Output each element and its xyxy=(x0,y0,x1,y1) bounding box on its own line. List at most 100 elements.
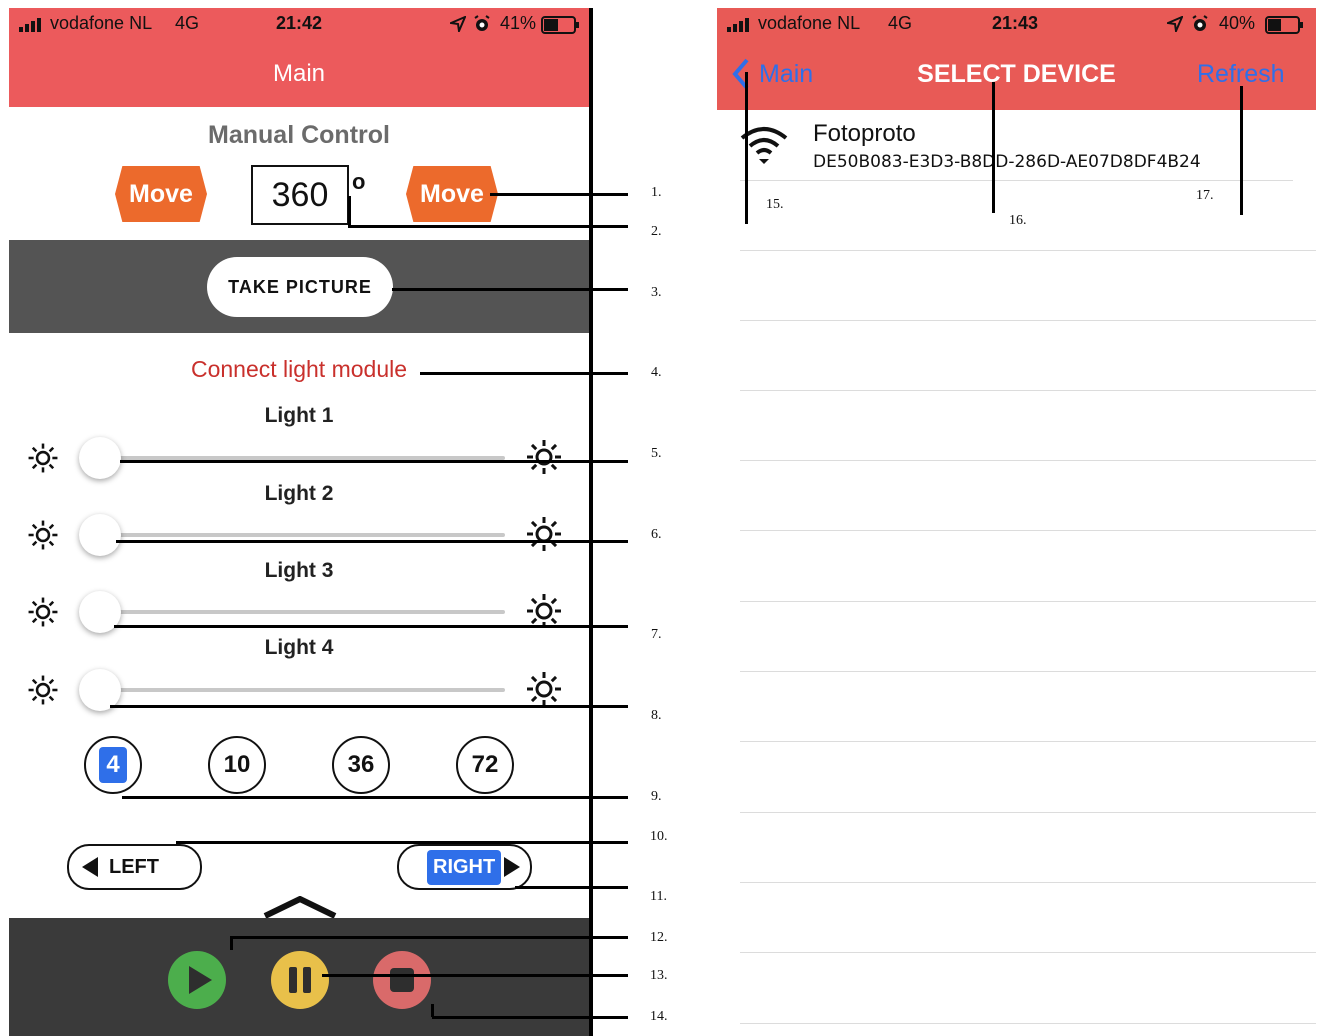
refresh-button[interactable]: Refresh xyxy=(1197,60,1285,89)
network-label: 4G xyxy=(175,13,200,33)
callout-number: 2. xyxy=(651,224,662,239)
callout-number: 10. xyxy=(650,829,668,844)
callout-number: 17. xyxy=(1196,188,1214,203)
light-4-slider[interactable] xyxy=(99,688,505,692)
callout-line xyxy=(432,1016,628,1019)
device-row[interactable]: Fotoproto DE50B083-E3D3-B8DD-286D-AE07D8… xyxy=(717,110,1316,180)
callout-number: 6. xyxy=(651,527,662,542)
screen-divider xyxy=(589,8,593,1036)
callout-line xyxy=(120,460,628,463)
sun-dim-icon xyxy=(26,595,60,634)
degree-input[interactable]: 360 xyxy=(251,165,349,225)
slider-thumb[interactable] xyxy=(79,437,121,479)
slider-thumb[interactable] xyxy=(79,514,121,556)
pause-button[interactable] xyxy=(271,951,329,1009)
light-4-label: Light 4 xyxy=(264,636,334,659)
battery-icon xyxy=(1265,16,1307,39)
list-separator xyxy=(740,530,1316,531)
arrow-left-icon xyxy=(81,856,99,878)
location-icon xyxy=(447,15,467,37)
right-direction-label: RIGHT xyxy=(427,849,502,885)
callout-line xyxy=(992,82,995,213)
list-separator xyxy=(740,741,1316,742)
left-direction-label: LEFT xyxy=(109,855,159,878)
light-1-label: Light 1 xyxy=(264,404,334,427)
right-direction-button[interactable]: RIGHT xyxy=(397,844,532,890)
callout-line xyxy=(392,288,628,291)
battery-icon xyxy=(541,16,581,39)
callout-line xyxy=(114,625,628,628)
callout-line xyxy=(322,974,628,977)
move-left-button[interactable]: Move xyxy=(115,166,207,222)
callout-number: 4. xyxy=(651,365,662,380)
battery-percent: 41% xyxy=(500,13,537,33)
carrier-label: vodafone NL xyxy=(758,13,861,33)
callout-number: 15. xyxy=(766,197,784,212)
move-right-button[interactable]: Move xyxy=(406,166,498,222)
device-uuid: DE50B083-E3D3-B8DD-286D-AE07D8DF4B24 xyxy=(813,152,1201,172)
callout-number: 3. xyxy=(651,285,662,300)
status-bar: vodafone NL 4G 21:42 41% xyxy=(9,8,589,40)
signal-icon xyxy=(727,16,749,37)
status-bar: vodafone NL 4G 21:43 40% xyxy=(717,8,1316,40)
list-separator xyxy=(740,180,1293,181)
play-button[interactable] xyxy=(168,951,226,1009)
location-icon xyxy=(1164,15,1184,37)
sun-dim-icon xyxy=(26,441,60,480)
signal-icon xyxy=(19,16,41,37)
callout-number: 14. xyxy=(650,1009,668,1024)
light-2-slider[interactable] xyxy=(99,533,505,537)
battery-percent: 40% xyxy=(1219,13,1256,33)
callout-line xyxy=(490,193,628,196)
step-option-4[interactable]: 4 xyxy=(84,736,142,794)
list-separator xyxy=(740,460,1316,461)
clock-label: 21:43 xyxy=(992,13,1039,33)
alarm-icon xyxy=(474,15,490,38)
light-3-label: Light 3 xyxy=(264,559,334,582)
sun-dim-icon xyxy=(26,673,60,712)
callout-line xyxy=(176,841,628,844)
step-option-10[interactable]: 10 xyxy=(208,736,266,794)
pause-icon xyxy=(289,967,311,993)
network-label: 4G xyxy=(888,13,913,33)
stop-button[interactable] xyxy=(373,951,431,1009)
list-separator xyxy=(740,250,1316,251)
list-separator xyxy=(740,882,1316,883)
list-separator xyxy=(740,1023,1316,1024)
connect-light-link[interactable]: Connect light module xyxy=(9,356,589,383)
take-picture-button[interactable]: TAKE PICTURE xyxy=(207,257,393,317)
light-3-slider[interactable] xyxy=(99,610,505,614)
list-separator xyxy=(740,390,1316,391)
callout-number: 8. xyxy=(651,708,662,723)
list-separator xyxy=(740,952,1316,953)
callout-line xyxy=(1240,86,1243,215)
sun-bright-icon xyxy=(524,591,564,636)
clock-label: 21:42 xyxy=(276,13,323,33)
alarm-icon xyxy=(1192,15,1208,38)
callout-number: 9. xyxy=(651,789,662,804)
callout-line xyxy=(348,225,628,228)
list-separator xyxy=(740,320,1316,321)
list-separator xyxy=(740,812,1316,813)
step-option-label: 4 xyxy=(99,747,127,783)
callout-number: 5. xyxy=(651,446,662,461)
callout-number: 12. xyxy=(650,930,668,945)
callout-line xyxy=(232,936,628,939)
callout-number: 1. xyxy=(651,185,662,200)
light-2-label: Light 2 xyxy=(264,482,334,505)
callout-number: 16. xyxy=(1009,213,1027,228)
manual-control-title: Manual Control xyxy=(208,121,390,149)
step-option-36[interactable]: 36 xyxy=(332,736,390,794)
callout-line xyxy=(110,705,628,708)
stop-icon xyxy=(390,968,414,992)
step-option-72[interactable]: 72 xyxy=(456,736,514,794)
callout-line xyxy=(348,196,351,225)
list-separator xyxy=(740,671,1316,672)
callout-line xyxy=(122,796,628,799)
sun-dim-icon xyxy=(26,518,60,557)
select-device-screen: vodafone NL 4G 21:43 40% Main SELECT DEV… xyxy=(717,8,1316,1036)
callout-line xyxy=(116,540,628,543)
callout-line xyxy=(431,1004,434,1017)
sun-bright-icon xyxy=(524,514,564,559)
left-direction-button[interactable]: LEFT xyxy=(67,844,202,890)
